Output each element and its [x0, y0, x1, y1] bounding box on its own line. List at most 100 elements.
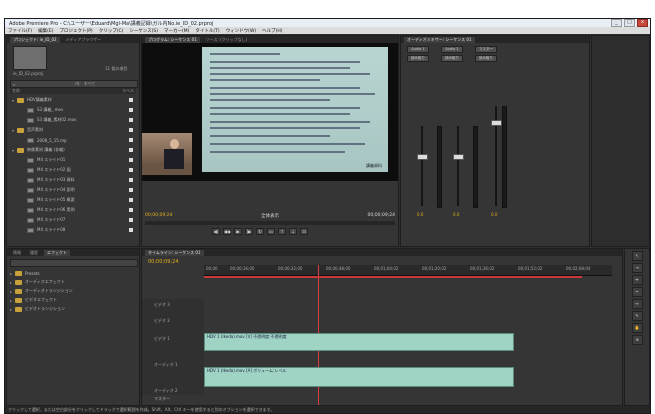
- close-button[interactable]: x: [637, 19, 648, 27]
- fader-slot-2: [457, 126, 459, 206]
- rewind-icon[interactable]: ◀◀: [223, 228, 231, 235]
- tab-project[interactable]: プロジェクト: ie_ID_02: [10, 36, 60, 43]
- clip-icon: [27, 227, 34, 233]
- zoom-tool-icon[interactable]: ⊕: [631, 335, 643, 345]
- tab-program[interactable]: プログラム: シーケンス 01: [145, 36, 200, 43]
- program-timecode[interactable]: 00;00;09;24: [145, 213, 172, 218]
- audio-clip[interactable]: HDV 1 (Ikeda).mov [A] ボリューム:レベル: [204, 367, 514, 387]
- project-item[interactable]: M4 スライド02 図: [10, 166, 136, 174]
- effects-category[interactable]: ▸ ビデオエフェクト: [10, 296, 136, 304]
- track-video-2[interactable]: ビデオ 2: [142, 317, 612, 325]
- effects-category-label: オーディオエフェクト: [25, 279, 65, 284]
- project-item-label: M4 スライド02 図: [37, 167, 71, 172]
- clip-icon: [27, 107, 34, 113]
- tab-media-browser[interactable]: メディアブラウザー: [63, 37, 105, 43]
- razor-tool-icon[interactable]: ✂: [631, 287, 643, 297]
- tick-1: 00;00;16;00: [230, 266, 255, 271]
- render-bar: [204, 276, 582, 278]
- fader-master[interactable]: [491, 120, 502, 126]
- minimize-button[interactable]: _: [611, 19, 622, 27]
- menu-project[interactable]: プロジェクト(P): [59, 28, 92, 34]
- track-video-3[interactable]: ビデオ 3: [142, 301, 612, 309]
- mixer-master-value[interactable]: 0.0: [491, 212, 497, 217]
- menu-title[interactable]: タイトル(T): [195, 28, 219, 34]
- tab-effects[interactable]: エフェクト: [44, 249, 70, 256]
- timeline-timecode[interactable]: 00;00;09;24: [148, 259, 179, 265]
- track-video-2-label: ビデオ 2: [154, 318, 170, 323]
- mixer-track-2-value[interactable]: 0.0: [453, 212, 459, 217]
- tab-info[interactable]: 情報: [10, 250, 24, 256]
- mixer-master-mode[interactable]: 読み取り: [475, 55, 497, 62]
- mixer-track-1-name: Audio 1: [407, 46, 429, 53]
- fader-1[interactable]: [417, 154, 428, 160]
- project-item[interactable]: M4 スライド03 資料: [10, 176, 136, 184]
- program-fit-select[interactable]: 全体表示: [261, 213, 279, 219]
- tab-timeline[interactable]: タイムライン: シーケンス 01: [145, 249, 204, 256]
- column-name[interactable]: 名前: [12, 88, 20, 94]
- tab-history[interactable]: 履歴: [27, 250, 41, 256]
- maximize-button[interactable]: □: [624, 19, 635, 27]
- project-item[interactable]: M4 スライド07: [10, 216, 136, 224]
- tab-audio-mixer[interactable]: オーディオミキサー: シーケンス 01: [404, 36, 475, 43]
- track-video-1-label: ビデオ 1: [154, 336, 170, 341]
- project-item[interactable]: M4 スライド06 実例: [10, 206, 136, 214]
- loop-icon[interactable]: ↻: [256, 228, 264, 235]
- project-item[interactable]: 2008_5_15.mp: [10, 136, 136, 144]
- pen-tool-icon[interactable]: ✎: [631, 311, 643, 321]
- effects-category[interactable]: ▸ オーディオエフェクト: [10, 278, 136, 286]
- menu-help[interactable]: ヘルプ(H): [262, 28, 282, 34]
- project-panel: プロジェクト: ie_ID_02 メディアブラウザー ie_ID_02.prpr…: [6, 35, 140, 247]
- trim-icon[interactable]: ⊡: [300, 228, 308, 235]
- step-back-icon[interactable]: ◀|: [212, 228, 220, 235]
- track-select-tool-icon[interactable]: ⇥: [631, 263, 643, 273]
- track-audio-2[interactable]: オーディオ 2: [142, 387, 612, 395]
- project-item[interactable]: M4 スライド04 説明: [10, 186, 136, 194]
- search-scope-value[interactable]: すべて: [84, 81, 96, 87]
- project-item[interactable]: ▾ HDV講義素材: [10, 96, 136, 104]
- menu-sequence[interactable]: シーケンス(S): [129, 28, 158, 34]
- effects-search-input[interactable]: [10, 259, 138, 267]
- effects-category[interactable]: ▸ ビデオトランジション: [10, 305, 136, 313]
- time-ruler[interactable]: 00;00 00;00;16;00 00;00;32;00 00;00;48;0…: [204, 265, 612, 276]
- project-item[interactable]: M4 スライド05 概要: [10, 196, 136, 204]
- project-item[interactable]: ▾ 音声素材: [10, 126, 136, 134]
- project-item[interactable]: M4 スライド08: [10, 226, 136, 234]
- fader-2[interactable]: [453, 154, 464, 160]
- column-label[interactable]: ラベル: [122, 88, 134, 94]
- transport-controls: ◀| ◀◀ ▶ |▶ ↻ ▭ ⇡ ⇣ ⊡: [212, 228, 308, 236]
- project-thumbnail: [13, 46, 47, 70]
- lift-icon[interactable]: ⇡: [278, 228, 286, 235]
- tab-source[interactable]: ソース: (クリップなし): [203, 37, 251, 43]
- track-master[interactable]: マスター: [142, 395, 612, 403]
- tick-8: 00;02;08;04: [566, 266, 591, 271]
- selection-tool-icon[interactable]: ↖: [631, 251, 643, 261]
- safe-margins-icon[interactable]: ▭: [267, 228, 275, 235]
- search-input[interactable]: ⌕ 内: すべて: [10, 80, 138, 88]
- ripple-edit-tool-icon[interactable]: ⇹: [631, 275, 643, 285]
- slip-tool-icon[interactable]: ↔: [631, 299, 643, 309]
- project-item[interactable]: ▾ 映像素材 講義 (非編): [10, 146, 136, 154]
- menu-clip[interactable]: クリップ(C): [99, 28, 124, 34]
- mixer-master-name: マスター: [475, 46, 497, 53]
- program-scrubber[interactable]: [145, 221, 395, 225]
- step-forward-icon[interactable]: |▶: [245, 228, 253, 235]
- menu-marker[interactable]: マーカー(M): [164, 28, 189, 34]
- extract-icon[interactable]: ⇣: [289, 228, 297, 235]
- hand-tool-icon[interactable]: ✋: [631, 323, 643, 333]
- project-item[interactable]: S3 講義_素材02.mov: [10, 116, 136, 124]
- video-clip[interactable]: HDV 1 (Ikeda).mov [V] 不透明度:不透明度: [204, 333, 514, 351]
- mixer-track-1-value[interactable]: 0.0: [417, 212, 423, 217]
- clip-icon: [27, 207, 34, 213]
- effects-category[interactable]: ▸ オーディオトランジション: [10, 287, 136, 295]
- play-icon[interactable]: ▶: [234, 228, 242, 235]
- project-item[interactable]: M4 スライド01: [10, 156, 136, 164]
- effects-category[interactable]: ▸ Presets: [10, 269, 136, 277]
- project-item[interactable]: S3 講義_.mov: [10, 106, 136, 114]
- clip-icon: [27, 117, 34, 123]
- mixer-track-2-mode[interactable]: 読み取り: [441, 55, 463, 62]
- track-audio-2-label: オーディオ 2: [154, 388, 178, 393]
- menu-window[interactable]: ウィンドウ(W): [226, 28, 256, 34]
- mixer-track-1-mode[interactable]: 読み取り: [407, 55, 429, 62]
- menu-edit[interactable]: 編集(E): [38, 28, 53, 34]
- menu-file[interactable]: ファイル(F): [8, 28, 32, 34]
